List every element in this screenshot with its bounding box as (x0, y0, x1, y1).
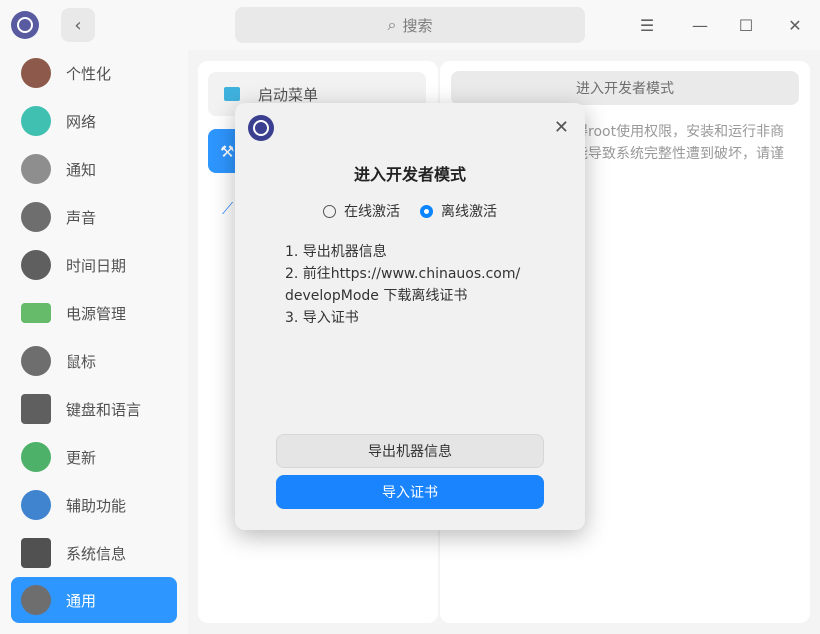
step-line: developMode 下载离线证书 (285, 288, 468, 304)
radio-unchecked-icon (323, 204, 336, 218)
step-line: 3. 导入证书 (285, 310, 359, 326)
dialog-title: 进入开发者模式 (353, 165, 466, 184)
radio-label: 离线激活 (441, 204, 497, 220)
export-machine-info-button[interactable]: 导出机器信息 (276, 434, 544, 468)
radio-label: 在线激活 (344, 204, 400, 220)
step-line: 1. 导出机器信息 (285, 244, 387, 260)
app-logo-icon (248, 115, 274, 141)
activation-mode-group: 在线激活 离线激活 (235, 201, 585, 221)
radio-checked-icon (420, 204, 433, 218)
radio-offline-activation[interactable]: 离线激活 (420, 201, 497, 221)
radio-online-activation[interactable]: 在线激活 (323, 201, 400, 221)
developer-mode-dialog: ✕ 进入开发者模式 在线激活 离线激活 1. 导出机器信息 2. 前往https… (235, 103, 585, 530)
step-line: 2. 前往https://www.chinauos.com/ (285, 266, 521, 282)
instruction-steps: 1. 导出机器信息 2. 前往https://www.chinauos.com/… (285, 241, 545, 329)
import-certificate-button[interactable]: 导入证书 (276, 475, 544, 509)
dialog-close-button[interactable]: ✕ (554, 117, 569, 138)
